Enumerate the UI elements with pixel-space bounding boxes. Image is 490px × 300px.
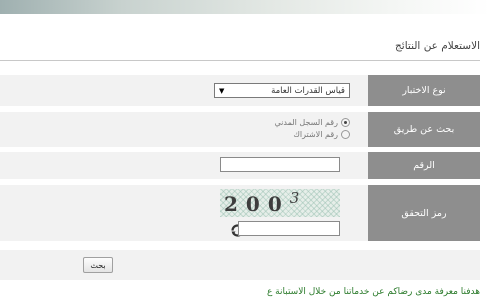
test-type-label: نوع الاختبار xyxy=(368,75,480,106)
row-test-type: نوع الاختبار قياس القدرات العامة ▼ xyxy=(0,75,480,106)
top-banner xyxy=(0,0,490,14)
dropdown-arrow-icon: ▼ xyxy=(219,86,225,95)
number-label: الرقم xyxy=(368,152,480,179)
verification-label: رمز التحقق xyxy=(368,185,480,241)
radio-option-subscription[interactable]: رقم الاشتراك xyxy=(293,130,350,139)
radio-subscription-label: رقم الاشتراك xyxy=(293,130,338,139)
radio-national-id[interactable] xyxy=(341,118,350,127)
row-actions xyxy=(0,250,480,280)
captcha-last-digit: 3 xyxy=(289,189,308,207)
section-title: الاستعلام عن النتائج xyxy=(395,40,480,52)
radio-national-id-label: رقم السجل المدني xyxy=(274,118,339,127)
test-type-selected-value: قياس القدرات العامة xyxy=(271,85,345,96)
row-number: الرقم xyxy=(0,152,480,179)
survey-text[interactable]: هدفنا معرفة مدى رضاكم عن خدماتنا من خلال… xyxy=(267,287,480,297)
captcha-digits: 200 xyxy=(224,192,290,216)
radio-subscription[interactable] xyxy=(341,130,350,139)
captcha-input[interactable] xyxy=(238,221,340,236)
radio-option-national-id[interactable]: رقم السجل المدني xyxy=(274,118,350,127)
row-search-by: بحث عن طريق رقم السجل المدني رقم الاشترا… xyxy=(0,112,480,147)
captcha-image: 200 3 xyxy=(220,189,340,217)
search-by-label: بحث عن طريق xyxy=(368,112,480,147)
test-type-select[interactable]: قياس القدرات العامة ▼ xyxy=(214,83,350,98)
row-verification: رمز التحقق 200 3 xyxy=(0,185,480,241)
title-divider xyxy=(0,60,480,61)
search-button[interactable]: بحث xyxy=(83,257,113,273)
number-input[interactable] xyxy=(220,157,340,172)
